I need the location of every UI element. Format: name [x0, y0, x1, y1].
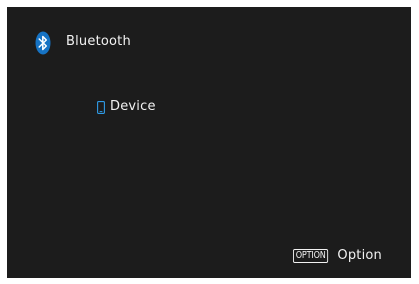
- option-hint[interactable]: OPTION Option: [293, 247, 382, 265]
- bluetooth-screen: Bluetooth Device OPTION Option: [7, 7, 411, 278]
- option-key-badge: OPTION: [293, 249, 329, 263]
- phone-icon: [97, 100, 105, 114]
- device-menu-item[interactable]: Device: [97, 98, 156, 116]
- device-label: Device: [110, 99, 156, 114]
- option-label: Option: [337, 248, 382, 263]
- header-title: Bluetooth: [66, 34, 131, 49]
- bluetooth-icon: [35, 31, 51, 55]
